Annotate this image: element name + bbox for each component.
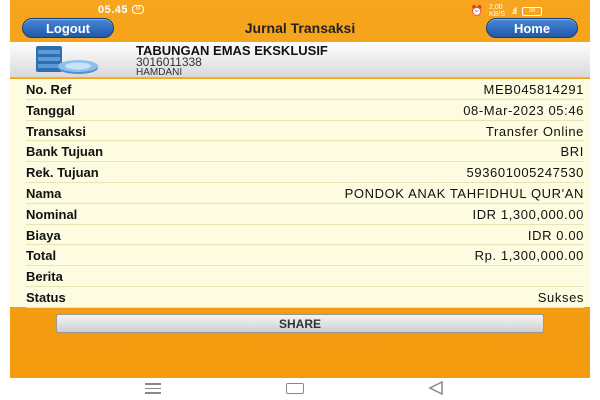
detail-row-account: Rek. Tujuan 593601005247530 — [26, 162, 584, 183]
app-screen: 05.45 M ⏰ 2,00 KB/S .ıll 36 Logout Jurna… — [10, 0, 590, 378]
detail-row-message: Berita — [26, 266, 584, 287]
detail-label: Bank Tujuan — [26, 144, 104, 160]
detail-label: Nominal — [26, 206, 78, 222]
system-navigation-bar — [0, 378, 600, 400]
detail-label: Rek. Tujuan — [26, 165, 99, 181]
network-speed-unit: KB/S — [489, 11, 505, 18]
detail-value: 593601005247530 — [466, 165, 584, 181]
status-indicators: ⏰ 2,00 KB/S .ıll 36 — [471, 4, 542, 18]
detail-value: PONDOK ANAK TAHFIDHUL QUR'AN — [344, 185, 584, 201]
detail-value: Sukses — [537, 289, 584, 305]
status-time: 05.45 — [98, 4, 129, 16]
detail-row-name: Nama PONDOK ANAK TAHFIDHUL QUR'AN — [26, 183, 584, 204]
detail-row-nominal: Nominal IDR 1,300,000.00 — [26, 204, 584, 225]
share-button[interactable]: SHARE — [56, 314, 544, 333]
alarm-icon: ⏰ — [470, 5, 484, 17]
account-owner: HAMDANI — [136, 67, 183, 78]
coin-stack-icon — [36, 46, 98, 74]
detail-label: Total — [26, 248, 57, 264]
detail-value: 08-Mar-2023 05:46 — [463, 102, 584, 118]
detail-label: Status — [26, 289, 66, 305]
notification-icon: M — [132, 5, 144, 14]
detail-label: Tanggal — [26, 102, 75, 118]
detail-value: IDR 1,300,000.00 — [472, 206, 584, 222]
home-button[interactable]: Home — [486, 18, 578, 38]
detail-row-bank: Bank Tujuan BRI — [26, 141, 584, 163]
back-triangle-icon[interactable] — [428, 381, 444, 395]
detail-row-total: Total Rp. 1,300,000.00 — [26, 245, 584, 267]
battery-icon: 36 — [522, 6, 542, 16]
detail-label: Nama — [26, 185, 62, 201]
detail-label: No. Ref — [26, 82, 72, 97]
detail-row-fee: Biaya IDR 0.00 — [26, 225, 584, 246]
app-header: Logout Jurnal Transaksi Home — [10, 18, 590, 40]
detail-label: Berita — [26, 269, 63, 285]
detail-value: BRI — [560, 144, 584, 160]
detail-row-status: Status Sukses — [26, 287, 584, 308]
account-banner: TABUNGAN EMAS EKSKLUSIF 3016011338 HAMDA… — [10, 42, 590, 78]
signal-icon: .ıll — [511, 6, 517, 16]
detail-label: Transaksi — [26, 123, 86, 139]
detail-value: MEB045814291 — [483, 82, 584, 97]
detail-value: Rp. 1,300,000.00 — [474, 248, 584, 264]
network-speed-value: 2,00 — [489, 4, 503, 11]
detail-row-date: Tanggal 08-Mar-2023 05:46 — [26, 100, 584, 121]
detail-label: Biaya — [26, 227, 61, 243]
recent-apps-icon[interactable] — [145, 383, 161, 394]
detail-row-transaction: Transaksi Transfer Online — [26, 121, 584, 142]
network-speed: 2,00 KB/S — [489, 4, 505, 18]
detail-value: IDR 0.00 — [527, 227, 584, 243]
detail-value: Transfer Online — [485, 123, 584, 139]
home-square-icon[interactable] — [286, 383, 304, 394]
transaction-details: No. Ref MEB045814291 Tanggal 08-Mar-2023… — [10, 79, 590, 308]
detail-row-ref: No. Ref MEB045814291 — [26, 79, 584, 100]
